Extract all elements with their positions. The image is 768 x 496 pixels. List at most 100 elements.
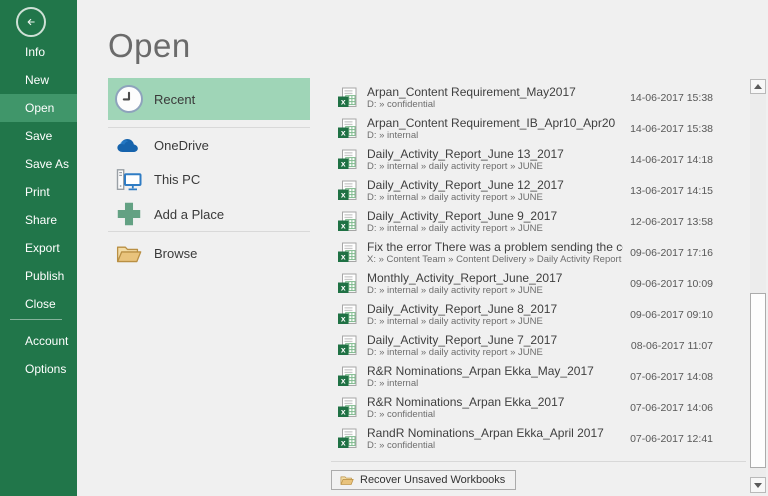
file-text: Daily_Activity_Report_June 8_2017 D: » i… — [367, 302, 623, 327]
sidebar-item-close[interactable]: Close — [0, 290, 77, 318]
file-name: Daily_Activity_Report_June 12_2017 — [367, 178, 564, 192]
sidebar-item-save[interactable]: Save — [0, 122, 77, 150]
excel-workbook-icon — [337, 397, 359, 419]
scrollbar-thumb[interactable] — [750, 293, 766, 468]
sidebar-item-print[interactable]: Print — [0, 178, 77, 206]
file-text: Daily_Activity_Report_June 12_2017 D: » … — [367, 178, 623, 203]
footer-divider — [331, 461, 746, 462]
place-item-add-a-place[interactable]: Add a Place — [108, 197, 310, 232]
file-path: D: » internal » daily activity report » … — [367, 285, 543, 296]
excel-workbook-icon — [337, 87, 359, 109]
sidebar-item-open[interactable]: Open — [0, 94, 77, 122]
file-modified-time: 12-06-2017 13:58 — [630, 215, 713, 228]
scroll-up-button[interactable] — [750, 79, 766, 94]
add-place-icon — [114, 201, 144, 227]
file-text: RandR Nominations_Arpan Ekka_April 2017 … — [367, 426, 623, 451]
browse-folder-icon — [114, 241, 144, 267]
file-modified-time: 09-06-2017 10:09 — [630, 277, 713, 290]
sidebar-item-label: Open — [25, 101, 55, 115]
file-modified-time: 13-06-2017 14:15 — [630, 184, 713, 197]
recent-file-row[interactable]: Daily_Activity_Report_June 13_2017 D: » … — [331, 144, 719, 175]
sidebar-item-label: Account — [25, 334, 69, 348]
sidebar-item-label: New — [25, 73, 50, 87]
excel-workbook-icon — [337, 180, 359, 202]
file-path: D: » internal » daily activity report » … — [367, 161, 543, 172]
sidebar-item-publish[interactable]: Publish — [0, 262, 77, 290]
recent-file-row[interactable]: Daily_Activity_Report_June 7_2017 D: » i… — [331, 330, 719, 361]
file-path: D: » internal » daily activity report » … — [367, 347, 543, 358]
place-label: Recent — [154, 91, 196, 107]
scroll-down-button[interactable] — [750, 477, 766, 493]
sidebar-item-info[interactable]: Info — [0, 38, 77, 66]
sidebar-item-label: Publish — [25, 269, 65, 283]
file-name: Fix the error There was a problem sendin… — [367, 240, 623, 254]
file-name: RandR Nominations_Arpan Ekka_April 2017 — [367, 426, 604, 440]
file-name: Daily_Activity_Report_June 9_2017 — [367, 209, 558, 223]
file-modified-time: 07-06-2017 14:08 — [630, 370, 713, 383]
file-path: D: » confidential — [367, 440, 436, 451]
recent-file-row[interactable]: Arpan_Content Requirement_IB_Apr10_Apr20… — [331, 113, 719, 144]
file-text: Arpan_Content Requirement_IB_Apr10_Apr20… — [367, 116, 623, 141]
recent-file-row[interactable]: Fix the error There was a problem sendin… — [331, 237, 719, 268]
recent-file-row[interactable]: Daily_Activity_Report_June 9_2017 D: » i… — [331, 206, 719, 237]
file-name: Daily_Activity_Report_June 13_2017 — [367, 147, 564, 161]
file-path: D: » internal » daily activity report » … — [367, 192, 543, 203]
recent-file-row[interactable]: Daily_Activity_Report_June 12_2017 D: » … — [331, 175, 719, 206]
sidebar-item-label: Share — [25, 213, 58, 227]
file-modified-time: 09-06-2017 17:16 — [630, 246, 713, 259]
excel-backstage-open-view: Info New Open Save Save As Print Share E… — [0, 0, 768, 496]
sidebar-item-share[interactable]: Share — [0, 206, 77, 234]
sidebar-item-label: Export — [25, 241, 60, 255]
file-path: X: » Content Team » Content Delivery » D… — [367, 254, 623, 265]
place-item-onedrive[interactable]: OneDrive — [108, 127, 310, 162]
file-text: Daily_Activity_Report_June 9_2017 D: » i… — [367, 209, 623, 234]
recent-file-row[interactable]: R&R Nominations_Arpan Ekka_2017 D: » con… — [331, 392, 719, 423]
excel-workbook-icon — [337, 335, 359, 357]
backstage-sidebar: Info New Open Save Save As Print Share E… — [0, 0, 77, 496]
this-pc-icon — [114, 167, 144, 193]
sidebar-item-label: Info — [25, 45, 46, 59]
sidebar-item-options[interactable]: Options — [0, 355, 77, 383]
file-text: Monthly_Activity_Report_June_2017 D: » i… — [367, 271, 623, 296]
file-name: Monthly_Activity_Report_June_2017 — [367, 271, 563, 285]
file-path: D: » internal » daily activity report » … — [367, 223, 543, 234]
sidebar-item-save-as[interactable]: Save As — [0, 150, 77, 178]
sidebar-item-export[interactable]: Export — [0, 234, 77, 262]
file-modified-time: 08-06-2017 11:07 — [630, 339, 713, 352]
file-text: R&R Nominations_Arpan Ekka_May_2017 D: »… — [367, 364, 623, 389]
file-text: Fix the error There was a problem sendin… — [367, 240, 623, 265]
place-label: OneDrive — [154, 137, 209, 153]
excel-workbook-icon — [337, 366, 359, 388]
scroll-down-icon — [754, 482, 762, 488]
excel-workbook-icon — [337, 273, 359, 295]
file-path: D: » internal — [367, 378, 419, 389]
page-title: Open — [108, 27, 191, 64]
excel-workbook-icon — [337, 118, 359, 140]
file-name: R&R Nominations_Arpan Ekka_May_2017 — [367, 364, 594, 378]
place-item-browse[interactable]: Browse — [108, 236, 310, 271]
back-button[interactable] — [16, 7, 46, 37]
file-name: R&R Nominations_Arpan Ekka_2017 — [367, 395, 565, 409]
recent-file-row[interactable]: Monthly_Activity_Report_June_2017 D: » i… — [331, 268, 719, 299]
place-label: This PC — [154, 172, 201, 187]
place-label: Add a Place — [154, 206, 225, 222]
recover-unsaved-workbooks-button[interactable]: Recover Unsaved Workbooks — [331, 470, 517, 490]
file-path: D: » confidential — [367, 409, 436, 420]
sidebar-item-new[interactable]: New — [0, 66, 77, 94]
excel-workbook-icon — [337, 211, 359, 233]
file-path: D: » internal » daily activity report » … — [367, 316, 543, 327]
file-text: Daily_Activity_Report_June 13_2017 D: » … — [367, 147, 623, 172]
place-item-recent[interactable]: Recent — [108, 78, 310, 120]
scrollbar[interactable] — [750, 79, 766, 493]
file-text: Daily_Activity_Report_June 7_2017 D: » i… — [367, 333, 623, 358]
recover-button-label: Recover Unsaved Workbooks — [360, 474, 506, 486]
excel-workbook-icon — [337, 149, 359, 171]
place-item-this-pc[interactable]: This PC — [108, 162, 310, 197]
recent-file-row[interactable]: R&R Nominations_Arpan Ekka_May_2017 D: »… — [331, 361, 719, 392]
sidebar-item-account[interactable]: Account — [0, 327, 77, 355]
file-modified-time: 14-06-2017 15:38 — [630, 91, 713, 104]
recent-file-row[interactable]: Arpan_Content Requirement_May2017 D: » c… — [331, 82, 719, 113]
recent-file-row[interactable]: Daily_Activity_Report_June 8_2017 D: » i… — [331, 299, 719, 330]
file-modified-time: 14-06-2017 14:18 — [630, 153, 713, 166]
recent-file-row[interactable]: RandR Nominations_Arpan Ekka_April 2017 … — [331, 423, 719, 454]
